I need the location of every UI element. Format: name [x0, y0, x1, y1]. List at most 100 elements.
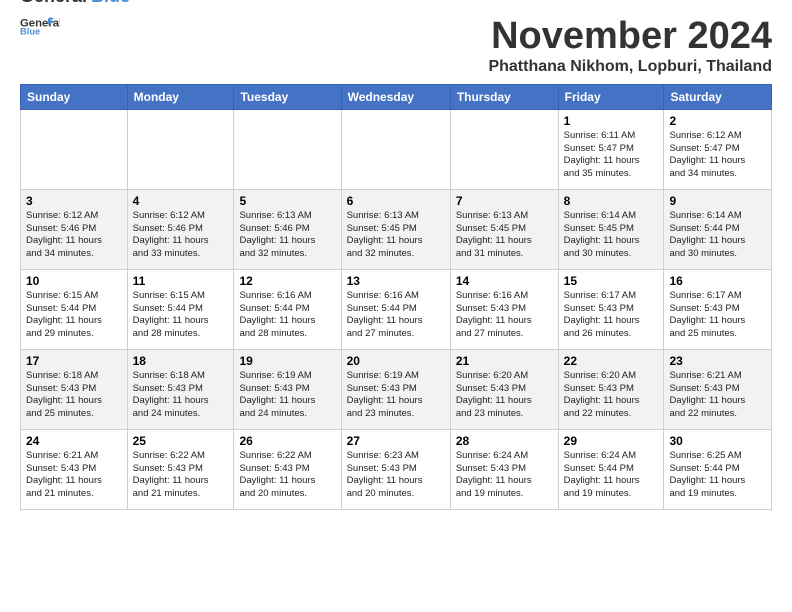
day-number: 30	[669, 434, 766, 448]
calendar-header-row: Sunday Monday Tuesday Wednesday Thursday…	[21, 84, 772, 109]
page-container: General Blue General Blue November 2024 …	[0, 0, 792, 520]
day-number: 28	[456, 434, 553, 448]
table-row: 11Sunrise: 6:15 AM Sunset: 5:44 PM Dayli…	[127, 269, 234, 349]
calendar-week-2: 3 Sunrise: 6:12 AM Sunset: 5:46 PM Daylig…	[21, 189, 772, 269]
table-row	[450, 109, 558, 189]
day-number: 21	[456, 354, 553, 368]
table-row: 8 Sunrise: 6:14 AM Sunset: 5:45 PM Daylig…	[558, 189, 664, 269]
day-info: Sunrise: 6:13 AM Sunset: 5:45 PM Dayligh…	[347, 210, 445, 261]
day-number: 10	[26, 274, 122, 288]
table-row: 10 Sunrise: 6:15 AM Sunset: 5:44 PM Dayli…	[21, 269, 128, 349]
day-info: Sunrise: 6:21 AM Sunset: 5:43 PM Dayligh…	[669, 370, 766, 421]
table-row: 6Sunrise: 6:13 AM Sunset: 5:45 PM Daylig…	[341, 189, 450, 269]
day-number: 27	[347, 434, 445, 448]
day-info: Sunrise: 6:13 AM Sunset: 5:45 PM Dayligh…	[456, 210, 553, 261]
day-info: Sunrise: 6:22 AM Sunset: 5:43 PM Dayligh…	[133, 450, 229, 501]
day-info: Sunrise: 6:21 AM Sunset: 5:43 PM Dayligh…	[26, 450, 122, 501]
day-number: 20	[347, 354, 445, 368]
day-info: Sunrise: 6:24 AM Sunset: 5:43 PM Dayligh…	[456, 450, 553, 501]
day-number: 23	[669, 354, 766, 368]
header-wednesday: Wednesday	[341, 84, 450, 109]
day-info: Sunrise: 6:14 AM Sunset: 5:44 PM Dayligh…	[669, 210, 766, 261]
table-row: 29 Sunrise: 6:24 AM Sunset: 5:44 PM Dayli…	[558, 429, 664, 509]
day-info: Sunrise: 6:11 AM Sunset: 5:47 PM Dayligh…	[564, 130, 659, 181]
day-info: Sunrise: 6:12 AM Sunset: 5:47 PM Dayligh…	[669, 130, 766, 181]
table-row: 25 Sunrise: 6:22 AM Sunset: 5:43 PM Dayli…	[127, 429, 234, 509]
day-number: 4	[133, 194, 229, 208]
day-number: 8	[564, 194, 659, 208]
title-block: November 2024 Phatthana Nikhom, Lopburi,…	[488, 16, 772, 76]
day-number: 24	[26, 434, 122, 448]
header-monday: Monday	[127, 84, 234, 109]
table-row: 28 Sunrise: 6:24 AM Sunset: 5:43 PM Dayli…	[450, 429, 558, 509]
day-number: 1	[564, 114, 659, 128]
logo-blue: Blue	[91, 0, 130, 7]
day-info: Sunrise: 6:16 AM Sunset: 5:43 PM Dayligh…	[456, 290, 553, 341]
table-row: 18 Sunrise: 6:18 AM Sunset: 5:43 PM Dayli…	[127, 349, 234, 429]
table-row: 7 Sunrise: 6:13 AM Sunset: 5:45 PM Daylig…	[450, 189, 558, 269]
day-number: 26	[239, 434, 335, 448]
day-info: Sunrise: 6:24 AM Sunset: 5:44 PM Dayligh…	[564, 450, 659, 501]
day-number: 18	[133, 354, 229, 368]
calendar-week-3: 10 Sunrise: 6:15 AM Sunset: 5:44 PM Dayli…	[21, 269, 772, 349]
day-number: 29	[564, 434, 659, 448]
calendar-week-5: 24 Sunrise: 6:21 AM Sunset: 5:43 PM Dayli…	[21, 429, 772, 509]
day-info: Sunrise: 6:15 AM Sunset: 5:44 PM Dayligh…	[133, 290, 229, 341]
table-row: 21 Sunrise: 6:20 AM Sunset: 5:43 PM Dayli…	[450, 349, 558, 429]
day-number: 9	[669, 194, 766, 208]
table-row: 27 Sunrise: 6:23 AM Sunset: 5:43 PM Dayli…	[341, 429, 450, 509]
day-info: Sunrise: 6:12 AM Sunset: 5:46 PM Dayligh…	[133, 210, 229, 261]
day-info: Sunrise: 6:13 AM Sunset: 5:46 PM Dayligh…	[239, 210, 335, 261]
table-row: 17Sunrise: 6:18 AM Sunset: 5:43 PM Dayli…	[21, 349, 128, 429]
day-number: 25	[133, 434, 229, 448]
table-row: 3Sunrise: 6:12 AM Sunset: 5:46 PM Daylig…	[21, 189, 128, 269]
day-number: 14	[456, 274, 553, 288]
table-row: 9 Sunrise: 6:14 AM Sunset: 5:44 PM Daylig…	[664, 189, 772, 269]
header-friday: Friday	[558, 84, 664, 109]
day-info: Sunrise: 6:14 AM Sunset: 5:45 PM Dayligh…	[564, 210, 659, 261]
table-row	[21, 109, 128, 189]
day-number: 15	[564, 274, 659, 288]
calendar-week-4: 17 Sunrise: 6:18 AM Sunset: 5:43 PM Dayli…	[21, 349, 772, 429]
logo-general: General	[20, 0, 87, 7]
table-row: 1 Sunrise: 6:11 AM Sunset: 5:47 PM Daylig…	[558, 109, 664, 189]
svg-text:Blue: Blue	[20, 27, 40, 36]
table-row: 12Sunrise: 6:16 AM Sunset: 5:44 PM Dayli…	[234, 269, 341, 349]
day-number: 22	[564, 354, 659, 368]
table-row: 26Sunrise: 6:22 AM Sunset: 5:43 PM Dayli…	[234, 429, 341, 509]
calendar-week-1: 1 Sunrise: 6:11 AM Sunset: 5:47 PM Daylig…	[21, 109, 772, 189]
table-row: 2 Sunrise: 6:12 AM Sunset: 5:47 PM Daylig…	[664, 109, 772, 189]
header-saturday: Saturday	[664, 84, 772, 109]
day-number: 3	[26, 194, 122, 208]
day-info: Sunrise: 6:15 AM Sunset: 5:44 PM Dayligh…	[26, 290, 122, 341]
day-info: Sunrise: 6:17 AM Sunset: 5:43 PM Dayligh…	[564, 290, 659, 341]
table-row: 16Sunrise: 6:17 AM Sunset: 5:43 PM Dayli…	[664, 269, 772, 349]
table-row: 14 Sunrise: 6:16 AM Sunset: 5:43 PM Dayli…	[450, 269, 558, 349]
day-info: Sunrise: 6:20 AM Sunset: 5:43 PM Dayligh…	[456, 370, 553, 421]
day-info: Sunrise: 6:18 AM Sunset: 5:43 PM Dayligh…	[133, 370, 229, 421]
day-number: 16	[669, 274, 766, 288]
table-row: 4 Sunrise: 6:12 AM Sunset: 5:46 PM Daylig…	[127, 189, 234, 269]
table-row: 13 Sunrise: 6:16 AM Sunset: 5:44 PM Dayli…	[341, 269, 450, 349]
logo-icon: General Blue	[20, 16, 60, 36]
calendar-table: Sunday Monday Tuesday Wednesday Thursday…	[20, 84, 772, 510]
day-info: Sunrise: 6:23 AM Sunset: 5:43 PM Dayligh…	[347, 450, 445, 501]
day-number: 13	[347, 274, 445, 288]
bird-logo-icon	[134, 0, 156, 4]
day-info: Sunrise: 6:16 AM Sunset: 5:44 PM Dayligh…	[347, 290, 445, 341]
location: Phatthana Nikhom, Lopburi, Thailand	[488, 58, 772, 76]
day-info: Sunrise: 6:25 AM Sunset: 5:44 PM Dayligh…	[669, 450, 766, 501]
day-info: Sunrise: 6:16 AM Sunset: 5:44 PM Dayligh…	[239, 290, 335, 341]
month-title: November 2024	[488, 16, 772, 58]
table-row: 15 Sunrise: 6:17 AM Sunset: 5:43 PM Dayli…	[558, 269, 664, 349]
table-row	[234, 109, 341, 189]
day-number: 17	[26, 354, 122, 368]
day-info: Sunrise: 6:19 AM Sunset: 5:43 PM Dayligh…	[239, 370, 335, 421]
table-row: 5Sunrise: 6:13 AM Sunset: 5:46 PM Daylig…	[234, 189, 341, 269]
day-number: 2	[669, 114, 766, 128]
header: General Blue General Blue November 2024 …	[20, 16, 772, 76]
table-row: 30 Sunrise: 6:25 AM Sunset: 5:44 PM Dayli…	[664, 429, 772, 509]
header-tuesday: Tuesday	[234, 84, 341, 109]
header-thursday: Thursday	[450, 84, 558, 109]
day-number: 7	[456, 194, 553, 208]
